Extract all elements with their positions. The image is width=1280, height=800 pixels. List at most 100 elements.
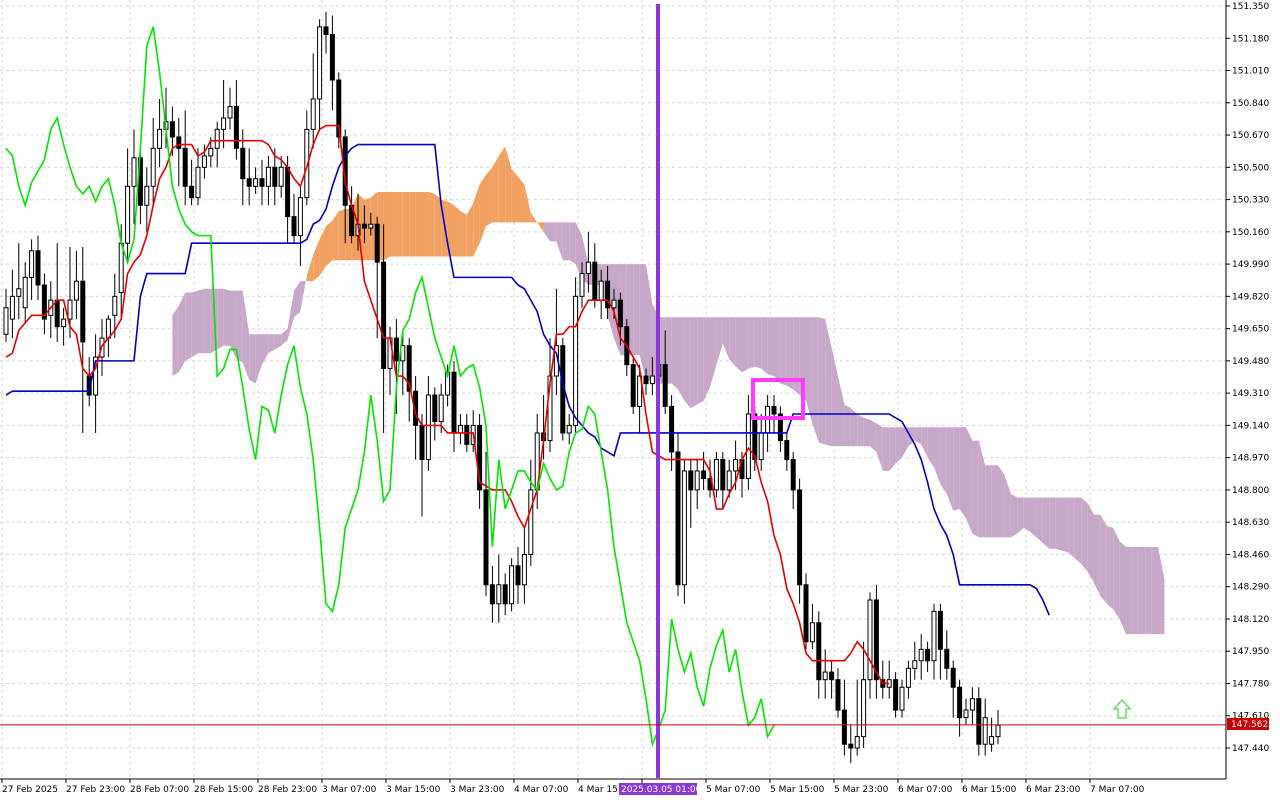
candle-bear[interactable] — [662, 364, 668, 407]
candle-bear[interactable] — [957, 686, 963, 719]
candle-bull[interactable] — [157, 128, 163, 149]
candle-bull[interactable] — [681, 470, 687, 586]
candle-bear[interactable] — [169, 121, 175, 138]
candle-bull[interactable] — [509, 565, 515, 605]
candle-bear[interactable] — [361, 223, 367, 229]
candle-bear[interactable] — [701, 470, 707, 480]
candle-bull[interactable] — [297, 197, 303, 237]
candle-bear[interactable] — [829, 671, 835, 681]
candle-bear[interactable] — [272, 166, 278, 187]
candle-bull[interactable] — [61, 318, 67, 328]
candle-bear[interactable] — [489, 584, 495, 605]
candle-bear[interactable] — [240, 147, 246, 180]
candle-bear[interactable] — [246, 178, 252, 187]
candle-bear[interactable] — [893, 679, 899, 711]
candle-bear[interactable] — [771, 405, 777, 415]
candle-bear[interactable] — [592, 261, 598, 301]
candle-bear[interactable] — [374, 223, 380, 263]
candle-bear[interactable] — [643, 375, 649, 385]
candle-bear[interactable] — [790, 459, 796, 491]
candle-bear[interactable] — [925, 648, 931, 662]
candle-bull[interactable] — [208, 147, 214, 157]
candle-bear[interactable] — [515, 565, 521, 586]
candle-bear[interactable] — [841, 709, 847, 745]
candle-bull[interactable] — [457, 424, 463, 434]
candle-bull[interactable] — [867, 599, 873, 681]
candle-bull[interactable] — [368, 223, 374, 229]
candle-bull[interactable] — [201, 155, 207, 168]
candle-bear[interactable] — [797, 489, 803, 586]
candle-bull[interactable] — [131, 157, 137, 187]
candle-bear[interactable] — [419, 424, 425, 461]
candle-bear[interactable] — [950, 667, 956, 688]
candle-bull[interactable] — [221, 117, 227, 130]
candle-bull[interactable] — [118, 242, 124, 294]
candle-bear[interactable] — [35, 250, 41, 286]
candle-bear[interactable] — [976, 698, 982, 745]
candle-bear[interactable] — [285, 166, 291, 218]
candle-bull[interactable] — [573, 295, 579, 426]
candle-bull[interactable] — [982, 717, 988, 745]
candle-bear[interactable] — [675, 451, 681, 586]
candle-bear[interactable] — [176, 136, 182, 149]
candle-bear[interactable] — [784, 440, 790, 461]
candle-bull[interactable] — [726, 470, 732, 491]
candle-bull[interactable] — [611, 299, 617, 309]
candle-bull[interactable] — [566, 424, 572, 434]
candle-bull[interactable] — [67, 299, 73, 320]
candle-bear[interactable] — [617, 299, 623, 328]
candle-bull[interactable] — [809, 622, 815, 643]
candle-bear[interactable] — [189, 185, 195, 199]
candle-bull[interactable] — [733, 459, 739, 472]
candle-bull[interactable] — [694, 470, 700, 491]
candle-bull[interactable] — [22, 276, 28, 309]
candle-bull[interactable] — [310, 98, 316, 130]
candle-bear[interactable] — [752, 413, 758, 461]
candle-bear[interactable] — [848, 743, 854, 749]
candle-bull[interactable] — [227, 106, 233, 119]
candle-bull[interactable] — [963, 709, 969, 719]
candle-bull[interactable] — [144, 185, 150, 206]
candle-bear[interactable] — [937, 610, 943, 650]
candle-bull[interactable] — [425, 394, 431, 461]
candle-bull[interactable] — [899, 686, 905, 711]
candle-bear[interactable] — [816, 622, 822, 681]
candle-bull[interactable] — [150, 147, 156, 187]
candle-bear[interactable] — [669, 405, 675, 453]
candle-bull[interactable] — [253, 178, 259, 187]
candle-bear[interactable] — [233, 106, 239, 149]
candle-bull[interactable] — [579, 273, 585, 297]
candle-bull[interactable] — [9, 295, 15, 320]
candle-bull[interactable] — [317, 26, 323, 100]
candle-bear[interactable] — [502, 584, 508, 605]
candle-bull[interactable] — [496, 584, 502, 605]
candle-bull[interactable] — [905, 667, 911, 688]
candle-bull[interactable] — [918, 648, 924, 662]
candle-bear[interactable] — [80, 280, 86, 343]
candle-bull[interactable] — [822, 671, 828, 681]
candle-bull[interactable] — [598, 280, 604, 301]
candle-bear[interactable] — [835, 679, 841, 711]
candle-bull[interactable] — [758, 432, 764, 461]
candle-bear[interactable] — [630, 364, 636, 407]
candle-bull[interactable] — [649, 375, 655, 385]
candle-bull[interactable] — [969, 698, 975, 711]
candle-bear[interactable] — [329, 33, 335, 81]
ichimoku-chart[interactable]: 151.350 151.180 151.010 150.840 150.670 150.5… — [0, 0, 1280, 800]
candle-bear[interactable] — [432, 394, 438, 423]
candle-bear[interactable] — [323, 26, 329, 35]
candle-bear[interactable] — [944, 648, 950, 669]
candle-bull[interactable] — [438, 394, 444, 423]
candle-bear[interactable] — [182, 147, 188, 187]
candle-bull[interactable] — [528, 489, 534, 555]
candle-bull[interactable] — [585, 261, 591, 275]
candle-bull[interactable] — [854, 736, 860, 749]
candle-bull[interactable] — [861, 679, 867, 738]
candle-bear[interactable] — [483, 489, 489, 586]
candle-bull[interactable] — [912, 660, 918, 669]
candle-bull[interactable] — [265, 166, 271, 187]
candle-bull[interactable] — [214, 128, 220, 149]
candle-bull[interactable] — [112, 295, 118, 316]
candle-bull[interactable] — [16, 288, 22, 297]
candle-bear[interactable] — [393, 337, 399, 362]
